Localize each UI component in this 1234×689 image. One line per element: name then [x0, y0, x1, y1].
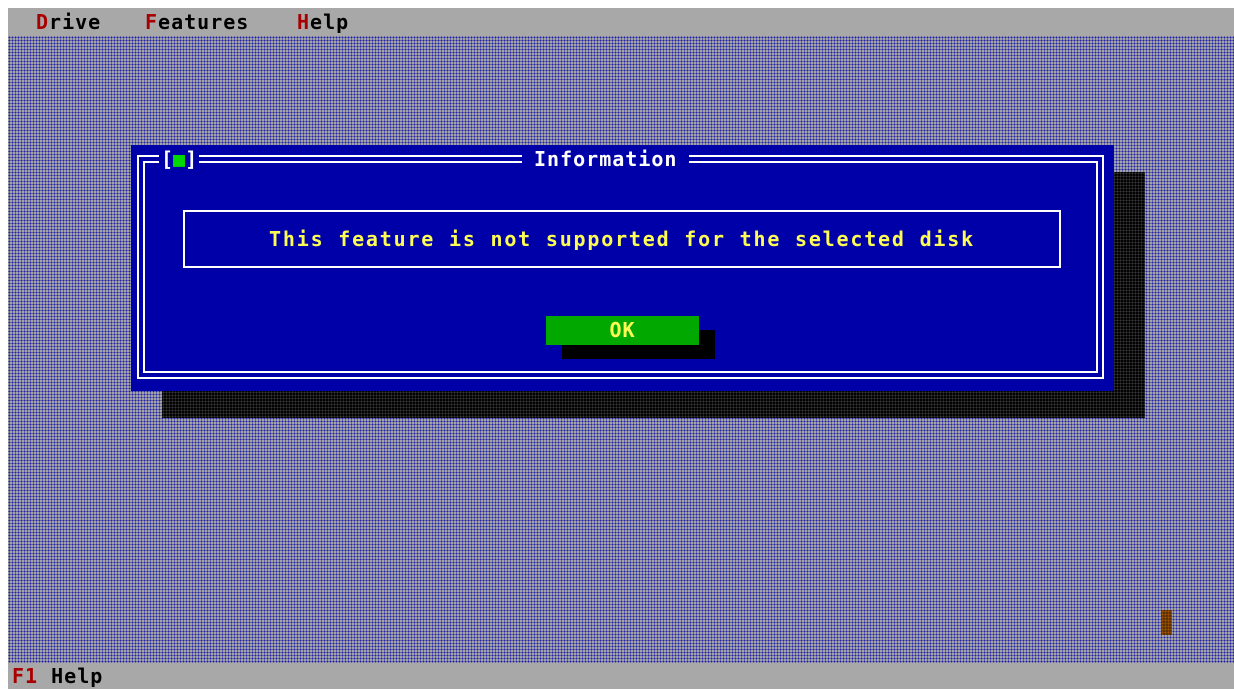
status-help-key: F1	[12, 664, 39, 688]
status-help-label: Help	[51, 664, 104, 688]
status-bar: F1 Help	[8, 663, 1234, 689]
close-box-left-bracket: [	[161, 147, 174, 171]
ok-button[interactable]: OK	[546, 316, 699, 345]
message-box: This feature is not supported for the se…	[183, 210, 1061, 268]
menu-help-label: elp	[310, 10, 350, 34]
dos-screen: Drive Features Help [■] Information This…	[8, 8, 1234, 689]
menu-features-hotkey: F	[145, 10, 159, 34]
status-help-hint[interactable]: F1 Help	[12, 664, 103, 688]
menu-bar: Drive Features Help	[8, 8, 1234, 36]
menu-help[interactable]: Help	[297, 10, 349, 34]
close-box-button[interactable]: [■]	[159, 147, 200, 171]
menu-features-label: eatures	[158, 10, 250, 34]
close-icon: ■	[173, 147, 186, 171]
menu-drive-label: rive	[49, 10, 102, 34]
close-box-right-bracket: ]	[185, 147, 198, 171]
activity-indicator	[1161, 610, 1172, 635]
menu-drive-hotkey: D	[36, 10, 50, 34]
menu-drive[interactable]: Drive	[36, 10, 101, 34]
menu-help-hotkey: H	[297, 10, 311, 34]
menu-features[interactable]: Features	[145, 10, 249, 34]
information-dialog: [■] Information This feature is not supp…	[131, 145, 1114, 391]
message-text: This feature is not supported for the se…	[269, 227, 975, 251]
dialog-title: Information	[522, 147, 690, 171]
